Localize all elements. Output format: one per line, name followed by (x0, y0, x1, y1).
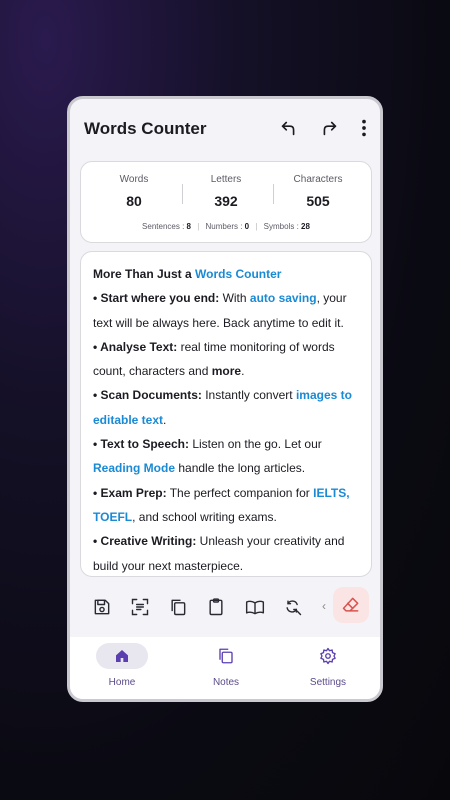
save-icon[interactable] (92, 597, 112, 617)
eraser-icon (342, 597, 359, 612)
line-label: • Creative Writing: (93, 534, 197, 549)
line-text: handle the long articles. (175, 461, 306, 476)
numbers-label: Numbers : (205, 222, 243, 231)
numbers-value: 0 (244, 222, 250, 231)
line-highlight: Reading Mode (93, 461, 176, 476)
stat-characters-value: 505 (306, 193, 330, 209)
sub-stats: Sentences : 8 | Numbers : 0 | Symbols : … (81, 222, 371, 231)
partial-icon: ‹ (322, 599, 326, 613)
stat-letters-label: Letters (210, 174, 242, 185)
line-text: . (241, 364, 245, 379)
stat-letters: Letters 392 (181, 174, 271, 209)
nav-pill (96, 643, 148, 669)
line-text: . (163, 412, 167, 427)
nav-home-label: Home (108, 677, 136, 688)
line-text: , and school writing exams. (132, 509, 277, 524)
heading-prefix: More Than Just a (93, 267, 196, 281)
find-replace-icon[interactable] (283, 597, 303, 617)
separator: | (197, 222, 200, 231)
nav-settings[interactable]: Settings (283, 643, 373, 688)
line-bold: more (211, 364, 242, 379)
line-text: Instantly convert (201, 388, 296, 403)
editor-line: • Text to Speech: Listen on the go. Let … (93, 432, 359, 481)
reading-mode-icon[interactable] (245, 597, 265, 617)
home-icon (116, 650, 128, 662)
app-title: Words Counter (84, 119, 207, 138)
stat-words: Words 80 (89, 174, 179, 209)
line-highlight: auto saving (249, 291, 317, 306)
line-label: • Start where you end: (93, 291, 220, 306)
clear-text-button[interactable] (333, 587, 369, 623)
settings-gear-icon (320, 647, 336, 665)
sentences-label: Sentences : (142, 222, 185, 231)
editor-heading: More Than Just a Words Counter (93, 262, 359, 286)
stat-characters-label: Characters (293, 174, 343, 185)
paste-icon[interactable] (206, 597, 226, 617)
nav-notes-label: Notes (212, 677, 240, 688)
bottom-navigation: Home Notes Settings (70, 637, 380, 699)
copy-icon[interactable] (168, 597, 188, 617)
symbols-value: 28 (301, 222, 310, 231)
scan-document-icon[interactable] (130, 597, 150, 617)
notes-icon (219, 648, 233, 664)
line-text: With (219, 291, 250, 306)
app-window: Words Counter Words 80 Letters 392 Chara… (67, 96, 383, 702)
nav-settings-label: Settings (309, 677, 347, 688)
nav-pill (200, 643, 252, 669)
editor-line: • Creative Writing: Unleash your creativ… (93, 529, 359, 576)
stat-characters: Characters 505 (273, 174, 363, 209)
editor-line: • Analyse Text: real time monitoring of … (93, 335, 359, 384)
nav-notes[interactable]: Notes (181, 643, 271, 688)
line-label: • Exam Prep: (93, 485, 167, 500)
app-bar: Words Counter (70, 99, 380, 159)
undo-icon[interactable] (278, 117, 300, 139)
editor-line: • Start where you end: With auto saving,… (93, 286, 359, 335)
line-label: • Scan Documents: (93, 388, 202, 403)
editor-line: • Scan Documents: Instantly convert imag… (93, 383, 359, 432)
line-label: • Text to Speech: (93, 437, 189, 452)
more-vert-icon[interactable] (353, 117, 375, 139)
stats-card: Words 80 Letters 392 Characters 505 Sent… (80, 161, 372, 243)
line-text: The perfect companion for (166, 485, 314, 500)
editor-toolbar: ‹ (70, 587, 380, 627)
nav-pill (302, 643, 354, 669)
line-label: • Analyse Text: (93, 339, 178, 354)
heading-highlight: Words Counter (195, 267, 282, 281)
stat-letters-value: 392 (214, 193, 238, 209)
redo-icon[interactable] (318, 117, 340, 139)
editor-line: • Exam Prep: The perfect companion for I… (93, 481, 359, 530)
stat-words-label: Words (119, 174, 149, 185)
line-text: Listen on the go. Let our (189, 437, 322, 452)
separator: | (255, 222, 258, 231)
text-editor[interactable]: More Than Just a Words Counter • Start w… (80, 251, 372, 577)
sentences-value: 8 (186, 222, 191, 231)
nav-home[interactable]: Home (77, 643, 167, 688)
stat-words-value: 80 (126, 193, 142, 209)
symbols-label: Symbols : (263, 222, 299, 231)
